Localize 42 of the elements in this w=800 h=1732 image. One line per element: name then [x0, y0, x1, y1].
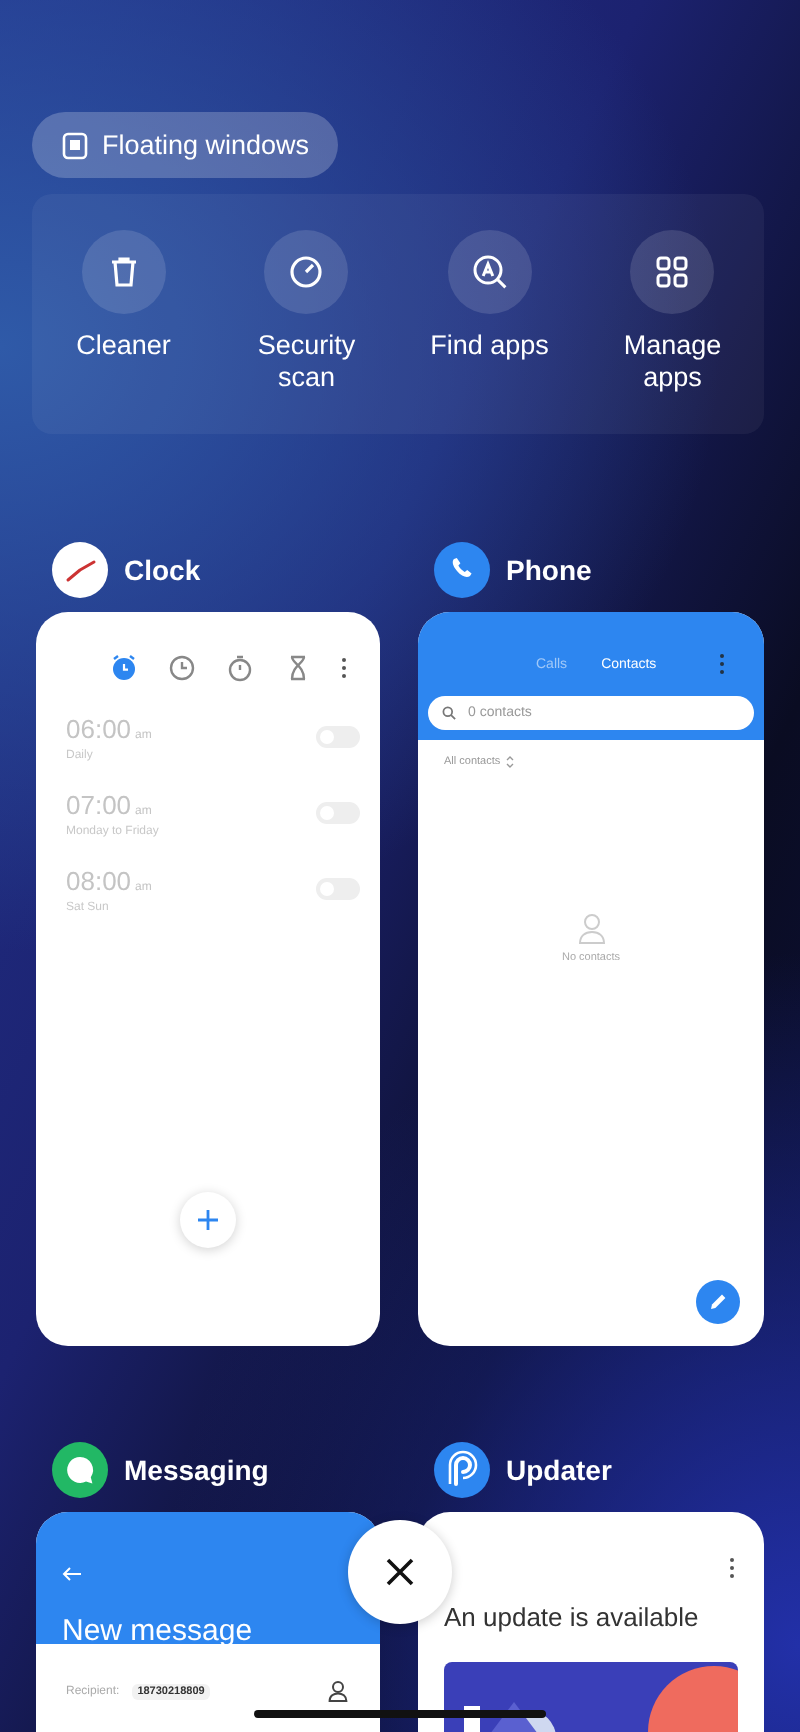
floating-windows-button[interactable]: Floating windows: [32, 112, 338, 178]
plus-icon: [196, 1208, 220, 1232]
app-name: Phone: [506, 554, 592, 586]
app-name: Updater: [506, 1454, 612, 1486]
more-icon[interactable]: [340, 656, 348, 680]
alarm-time: 06:00: [66, 714, 132, 744]
edit-button[interactable]: [696, 1280, 740, 1324]
window-icon: [62, 131, 88, 159]
search-icon: [471, 254, 508, 290]
alarm-time: 07:00: [66, 790, 132, 820]
quick-action-label[interactable]: Security scan: [226, 330, 387, 394]
quick-action-button[interactable]: [264, 230, 349, 314]
page-title: An update is available: [442, 1600, 701, 1632]
more-icon[interactable]: [718, 652, 726, 676]
close-icon: [384, 1556, 416, 1588]
app-name: Messaging: [124, 1454, 269, 1486]
pencil-icon: [708, 1292, 728, 1312]
messaging-app-icon[interactable]: [52, 1442, 108, 1498]
alarm-tab[interactable]: [108, 652, 140, 684]
clock-app-icon[interactable]: [52, 542, 108, 598]
updater-app-preview[interactable]: An update is available: [418, 1512, 764, 1732]
updater-app-icon[interactable]: [434, 1442, 490, 1498]
sort-icon[interactable]: [506, 756, 515, 768]
clock-tab[interactable]: [166, 652, 198, 684]
quick-action-button[interactable]: [81, 230, 166, 314]
stopwatch-tab[interactable]: [224, 652, 256, 684]
quick-action-label[interactable]: Find apps: [409, 330, 570, 362]
back-arrow-icon[interactable]: [62, 1566, 82, 1582]
gauge-icon: [288, 254, 325, 290]
page-title: New message: [62, 1614, 255, 1648]
person-icon: [577, 912, 605, 944]
app-name: Clock: [124, 554, 201, 586]
contact-icon[interactable]: [328, 1680, 348, 1702]
quick-action-label[interactable]: Cleaner: [43, 330, 204, 362]
grid-icon: [654, 254, 691, 290]
quick-action-label[interactable]: Manage apps: [592, 330, 753, 394]
phone-app-icon[interactable]: [434, 542, 490, 598]
more-icon[interactable]: [728, 1556, 736, 1580]
add-alarm-button[interactable]: [180, 1192, 236, 1248]
alarm-time: 08:00: [66, 866, 132, 896]
quick-action-button[interactable]: [630, 230, 715, 314]
quick-action-button[interactable]: [447, 230, 532, 314]
